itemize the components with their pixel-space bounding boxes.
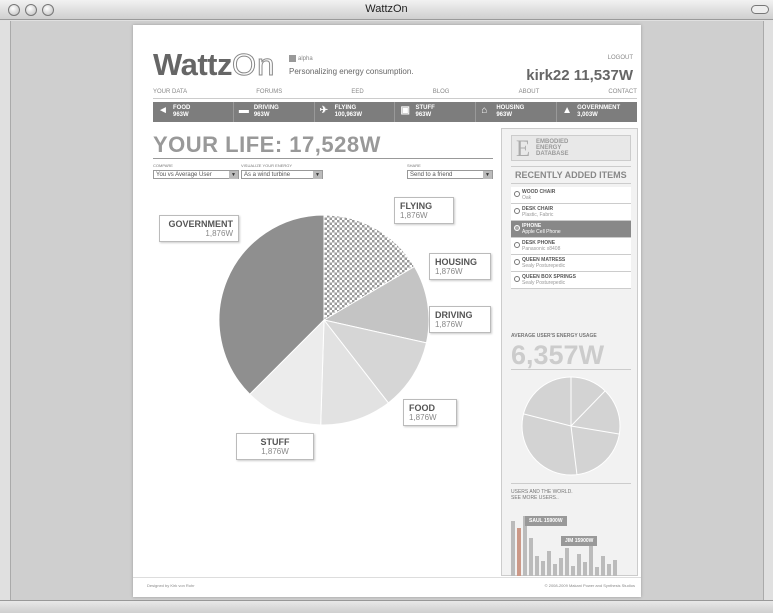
eed-logo[interactable]: E EMBODIED ENERGY DATABASE [511,135,631,161]
nav-about[interactable]: ABOUT [519,89,540,95]
divider [511,369,631,370]
user-bar[interactable] [529,538,533,576]
callout-housing: HOUSING 1,876W [429,253,491,280]
user-bar[interactable] [553,564,557,576]
user-bar[interactable] [535,556,539,576]
sidebar: E EMBODIED ENERGY DATABASE RECENTLY ADDED … [501,128,638,576]
logout-link[interactable]: LOGOUT [608,55,633,61]
nav-blog[interactable]: BLOG [433,89,450,95]
user-bar[interactable] [589,546,593,576]
footer-copyright: © 2008-2009 Makani Power and Synthesis S… [544,583,635,588]
main-nav: YOUR DATA FORUMS EED BLOG ABOUT CONTACT [153,89,637,99]
user-bar[interactable] [547,551,551,576]
plane-icon: ✈ [319,105,329,116]
footer-credit: Designed by Kirk von Rohr [147,583,195,588]
share-select[interactable]: Send to a friend ▼ [407,170,493,179]
callout-flying: FLYING 1,876W [394,197,454,224]
radio-icon [514,191,520,197]
alpha-badge: alpha [289,55,313,62]
category-government[interactable]: ▲ GOVERNMENT 3,003W [557,102,637,122]
wattzon-page: WattzOn alpha Personalizing energy consu… [133,25,641,597]
user-total: kirk22 11,537W [526,67,633,84]
user-bar[interactable] [601,556,605,576]
radio-icon [514,259,520,265]
user-bar[interactable] [607,564,611,576]
user-bar[interactable] [613,560,617,576]
radio-icon [514,276,520,282]
share-label: SHARE [407,163,421,168]
compare-label: COMPARE [153,163,173,168]
user-bar[interactable] [517,528,521,576]
nav-your-data[interactable]: YOUR DATA [153,89,187,95]
user-bar[interactable] [559,558,563,576]
nav-contact[interactable]: CONTACT [608,89,637,95]
car-icon: ▬ [238,105,249,116]
window-titlebar: WattzOn [0,0,773,20]
chevron-down-icon: ▼ [313,171,322,179]
radio-icon [514,208,520,214]
house-icon: ⌂ [481,105,488,116]
users-bar-chart: SAUL 15900W JIM 15900W [511,514,631,576]
visualize-label: VISUALIZE YOUR ENERGY [241,163,293,168]
list-item-selected[interactable]: IPHONE Apple Cell Phone [511,221,631,238]
radio-icon [514,225,520,231]
tagline: Personalizing energy consumption. [289,67,414,76]
average-user-value: 6,357W [511,340,605,370]
list-item[interactable]: QUEEN MATRESS Sealy Posturepedic [511,255,631,272]
status-bar [0,600,773,613]
nav-forums[interactable]: FORUMS [256,89,282,95]
user-bar[interactable] [571,566,575,576]
category-flying[interactable]: ✈ FLYING 100,963W [315,102,396,122]
chevron-down-icon: ▼ [483,171,492,179]
wattzon-logo[interactable]: WattzOn [153,47,275,83]
capitol-icon: ▲ [562,105,573,116]
compare-select[interactable]: You vs Average User ▼ [153,170,239,179]
category-food[interactable]: ◄ FOOD 963W [153,102,234,122]
carrot-icon: ◄ [158,105,168,116]
user-tag-jim[interactable]: JIM 15900W [561,536,598,546]
callout-stuff: STUFF 1,876W [236,433,314,460]
callout-government: GOVERNMENT 1,876W [159,215,239,242]
category-bar: ◄ FOOD 963W ▬ DRIVING 963W ✈ FLYING 100,963W ▣… [153,102,637,122]
user-tag-saul[interactable]: SAUL 15900W [525,516,567,526]
list-item[interactable]: DESK PHONE Panasonic x8408 [511,238,631,255]
list-item[interactable]: QUEEN BOX SPRINGS Sealy Posturepedic [511,272,631,289]
category-stuff[interactable]: ▣ STUFF 963W [395,102,477,122]
user-bar[interactable] [541,561,545,576]
window-title: WattzOn [365,3,408,15]
footer-divider [133,577,641,578]
sofa-icon: ▣ [400,105,410,116]
nav-eed[interactable]: EED [351,89,363,95]
callout-driving: DRIVING 1,876W [429,306,491,333]
average-user-pie [521,376,621,476]
total-energy-title: YOUR LIFE: 17,528W [153,132,381,157]
average-user-label: AVERAGE USER'S ENERGY USAGE [511,333,597,339]
user-bar[interactable] [511,521,515,576]
user-bar[interactable] [595,567,599,576]
toolbar-toggle-icon[interactable] [751,5,769,14]
category-driving[interactable]: ▬ DRIVING 963W [234,102,315,122]
chevron-down-icon: ▼ [229,171,238,179]
user-bar[interactable] [565,548,569,576]
list-item[interactable]: WOOD CHAIR Oak [511,187,631,204]
list-item[interactable]: DESK CHAIR Plastic, Fabric [511,204,631,221]
callout-food: FOOD 1,876W [403,399,457,426]
divider [153,158,493,159]
radio-icon [514,242,520,248]
category-housing[interactable]: ⌂ HOUSING 963W [476,102,558,122]
user-bar[interactable] [577,554,581,576]
visualize-select[interactable]: As a wind turbine ▼ [241,170,323,179]
user-bar[interactable] [583,562,587,576]
divider [511,483,631,484]
users-world-link[interactable]: USERS AND THE WORLD. SEE MORE USERS.. [511,489,573,501]
recent-items-list: WOOD CHAIR Oak DESK CHAIR Plastic, Fabric … [511,187,631,289]
recent-items-heading: RECENTLY ADDED ITEMS [511,166,631,184]
